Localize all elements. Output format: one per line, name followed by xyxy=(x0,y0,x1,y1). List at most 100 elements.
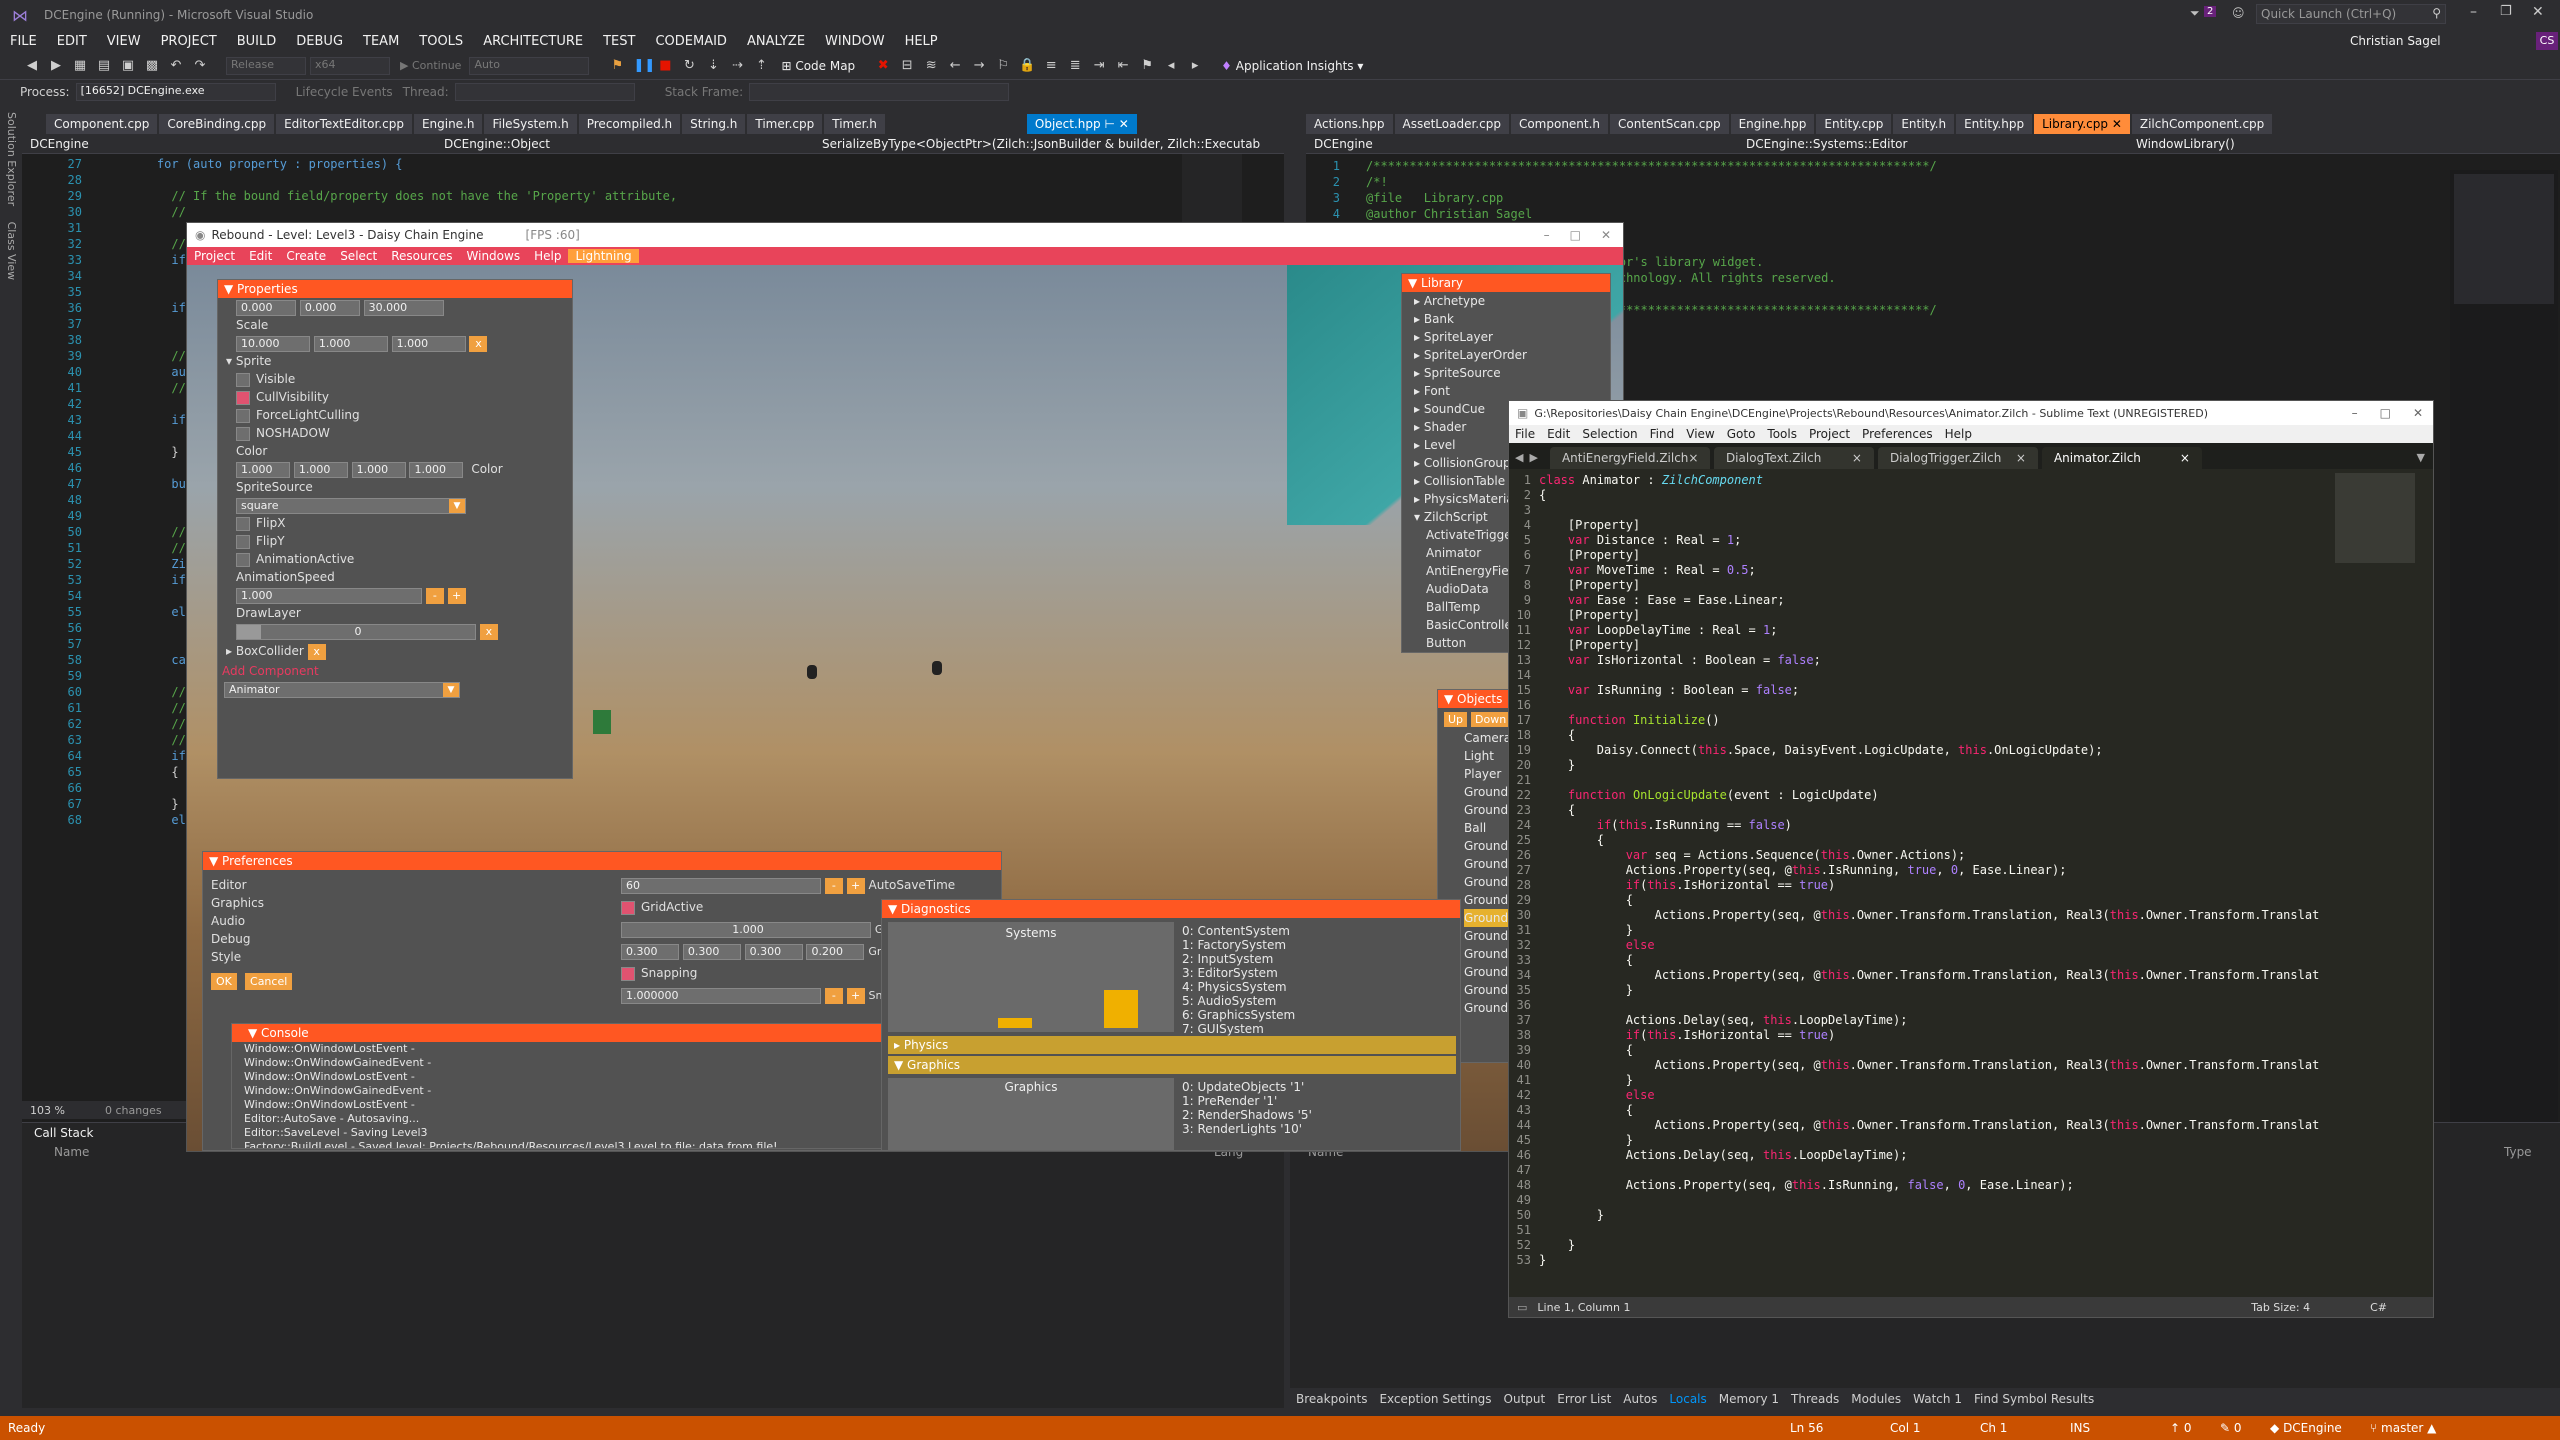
tab-object-hpp[interactable]: Object.hpp ⊢ ✕ xyxy=(1026,114,1137,134)
sublime-menu-project[interactable]: Project xyxy=(1803,427,1856,441)
checkbox-row[interactable]: AnimationActive xyxy=(236,550,562,568)
minimap-viewport[interactable] xyxy=(2454,174,2554,304)
grid-active-checkbox[interactable] xyxy=(621,900,635,915)
menu-team[interactable]: TEAM xyxy=(353,34,409,49)
library-item[interactable]: ▸ Bank xyxy=(1414,310,1610,328)
remove-transform-button[interactable]: x xyxy=(469,335,488,352)
tab-close-icon[interactable]: ✕ xyxy=(1119,117,1129,131)
hex-icon[interactable]: ⊟ xyxy=(899,58,915,74)
engine-menu-help[interactable]: Help xyxy=(527,249,568,263)
sublime-close-button[interactable]: ✕ xyxy=(2413,406,2423,420)
tab-contentscan-cpp[interactable]: ContentScan.cpp xyxy=(1610,114,1729,134)
panel-toggle-icon[interactable]: ▭ xyxy=(1509,1301,1527,1314)
translation-x[interactable]: 0.000 xyxy=(236,299,296,316)
lock-icon[interactable]: 🔒 xyxy=(1019,58,1035,74)
tab-breakpoints[interactable]: Breakpoints xyxy=(1290,1392,1373,1406)
avatar[interactable]: CS xyxy=(2536,32,2558,50)
expand-chevron-icon[interactable]: ▸ xyxy=(1414,312,1424,326)
bookmark-icon[interactable]: ⚐ xyxy=(995,58,1011,74)
redo-icon[interactable]: ↷ xyxy=(192,58,208,74)
checkbox-row[interactable]: FlipX xyxy=(236,514,562,532)
tab-find-symbol-results[interactable]: Find Symbol Results xyxy=(1968,1392,2100,1406)
expand-chevron-icon[interactable]: ▸ xyxy=(1414,330,1424,344)
sprite-source-dropdown[interactable]: square ▼ xyxy=(236,497,466,514)
expand-chevron-icon[interactable]: ▸ xyxy=(1414,366,1424,380)
tab-engine-h[interactable]: Engine.h xyxy=(413,114,483,134)
repo-project[interactable]: ◆ DCEngine xyxy=(2270,1421,2370,1435)
tab-actions-hpp[interactable]: Actions.hpp xyxy=(1306,114,1393,134)
autosave-increment[interactable]: + xyxy=(846,877,865,894)
engine-menu-project[interactable]: Project xyxy=(187,249,242,263)
tab-locals[interactable]: Locals xyxy=(1663,1392,1712,1406)
menu-edit[interactable]: EDIT xyxy=(47,34,97,49)
restart-icon[interactable]: ↻ xyxy=(681,58,697,74)
tab-autos[interactable]: Autos xyxy=(1617,1392,1663,1406)
checkbox[interactable] xyxy=(236,372,250,387)
tab-timer-cpp[interactable]: Timer.cpp xyxy=(747,114,823,134)
stop-icon[interactable]: ■ xyxy=(657,58,673,74)
grid-color-r[interactable]: 0.300 xyxy=(621,943,679,960)
tab-editortexteditor-cpp[interactable]: EditorTextEditor.cpp xyxy=(276,114,412,134)
pin-icon[interactable]: ⊢ xyxy=(1104,117,1114,131)
tab-close-icon[interactable]: × xyxy=(2180,451,2190,465)
stack-frame-dropdown[interactable] xyxy=(749,83,1010,101)
save-all-icon[interactable]: ▩ xyxy=(144,58,160,74)
tab-size[interactable]: Tab Size: 4 xyxy=(2251,1301,2370,1314)
menu-window[interactable]: WINDOW xyxy=(815,34,895,49)
checkbox[interactable] xyxy=(236,552,250,567)
tab-entity-cpp[interactable]: Entity.cpp xyxy=(1816,114,1892,134)
menu-test[interactable]: TEST xyxy=(593,34,645,49)
sublime-menu-file[interactable]: File xyxy=(1509,427,1541,441)
checkbox-row[interactable]: ForceLightCulling xyxy=(236,406,562,424)
tab-zilchcomponent-cpp[interactable]: ZilchComponent.cpp xyxy=(2131,114,2273,134)
expand-chevron-icon[interactable]: ▸ xyxy=(1414,348,1424,362)
filter-icon[interactable]: ⏷ xyxy=(2190,6,2200,21)
next-bookmark-icon[interactable]: ▸ xyxy=(1187,58,1203,74)
grid-size-field[interactable]: 1.000 xyxy=(621,921,871,938)
pref-cat-editor[interactable]: Editor xyxy=(211,876,292,894)
type-column[interactable]: Type xyxy=(2504,1145,2532,1159)
pending-changes[interactable]: ✎ 0 xyxy=(2220,1421,2270,1435)
tab-entity-h[interactable]: Entity.h xyxy=(1893,114,1955,134)
tab-error-list[interactable]: Error List xyxy=(1551,1392,1617,1406)
menu-help[interactable]: HELP xyxy=(895,34,948,49)
sublime-minimize-button[interactable]: – xyxy=(2352,406,2358,420)
prev-bookmark-icon[interactable]: ◂ xyxy=(1163,58,1179,74)
comment-icon[interactable]: ≡ xyxy=(1043,58,1059,74)
config-dropdown[interactable]: Release xyxy=(226,56,306,75)
pending-commits[interactable]: ↑ 0 xyxy=(2170,1421,2220,1435)
engine-minimize-button[interactable]: – xyxy=(1544,228,1550,242)
tab-exception-settings[interactable]: Exception Settings xyxy=(1373,1392,1497,1406)
tab-scroll-left-icon[interactable]: ◀ xyxy=(1509,451,1529,469)
menu-architecture[interactable]: ARCHITECTURE xyxy=(473,34,593,49)
tab-engine-hpp[interactable]: Engine.hpp xyxy=(1730,114,1815,134)
tab-close-icon[interactable]: × xyxy=(2016,451,2026,465)
expand-chevron-icon[interactable]: ▸ xyxy=(1414,402,1424,416)
snap-increment[interactable]: + xyxy=(846,987,865,1004)
console-header[interactable]: ▼ Console xyxy=(232,1024,930,1042)
grid-color-g[interactable]: 0.300 xyxy=(682,943,741,960)
engine-menu-lightning[interactable]: Lightning xyxy=(568,249,639,263)
zoom-level[interactable]: 103 % xyxy=(22,1104,65,1117)
new-project-icon[interactable]: ▦ xyxy=(72,58,88,74)
menu-file[interactable]: FILE xyxy=(0,34,47,49)
continue-button[interactable]: ▶ Continue xyxy=(400,59,461,72)
tab-output[interactable]: Output xyxy=(1498,1392,1552,1406)
library-item[interactable]: ▸ SpriteLayerOrder xyxy=(1414,346,1610,364)
checkbox[interactable] xyxy=(236,426,250,441)
anim-speed-decrement[interactable]: - xyxy=(425,587,444,604)
box-collider-section[interactable]: BoxCollider xyxy=(236,644,304,658)
scale-x[interactable]: 10.000 xyxy=(236,335,310,352)
quick-launch-box[interactable]: Quick Launch (Ctrl+Q) ⚲ xyxy=(2256,4,2446,24)
left-nav-project[interactable]: DCEngine xyxy=(22,137,422,151)
tab-corebinding-cpp[interactable]: CoreBinding.cpp xyxy=(159,114,275,134)
pause-icon[interactable]: ❚❚ xyxy=(633,58,655,74)
code-map-button[interactable]: ⊞ Code Map xyxy=(781,59,855,73)
color-a[interactable]: 1.000 xyxy=(409,461,464,478)
color-g[interactable]: 1.000 xyxy=(293,461,348,478)
preferences-header[interactable]: ▼ Preferences xyxy=(203,852,1001,870)
grid-color-b[interactable]: 0.300 xyxy=(744,943,803,960)
checkbox[interactable] xyxy=(236,534,250,549)
engine-maximize-button[interactable]: □ xyxy=(1570,228,1581,242)
nav-fwd-icon[interactable]: → xyxy=(971,58,987,74)
